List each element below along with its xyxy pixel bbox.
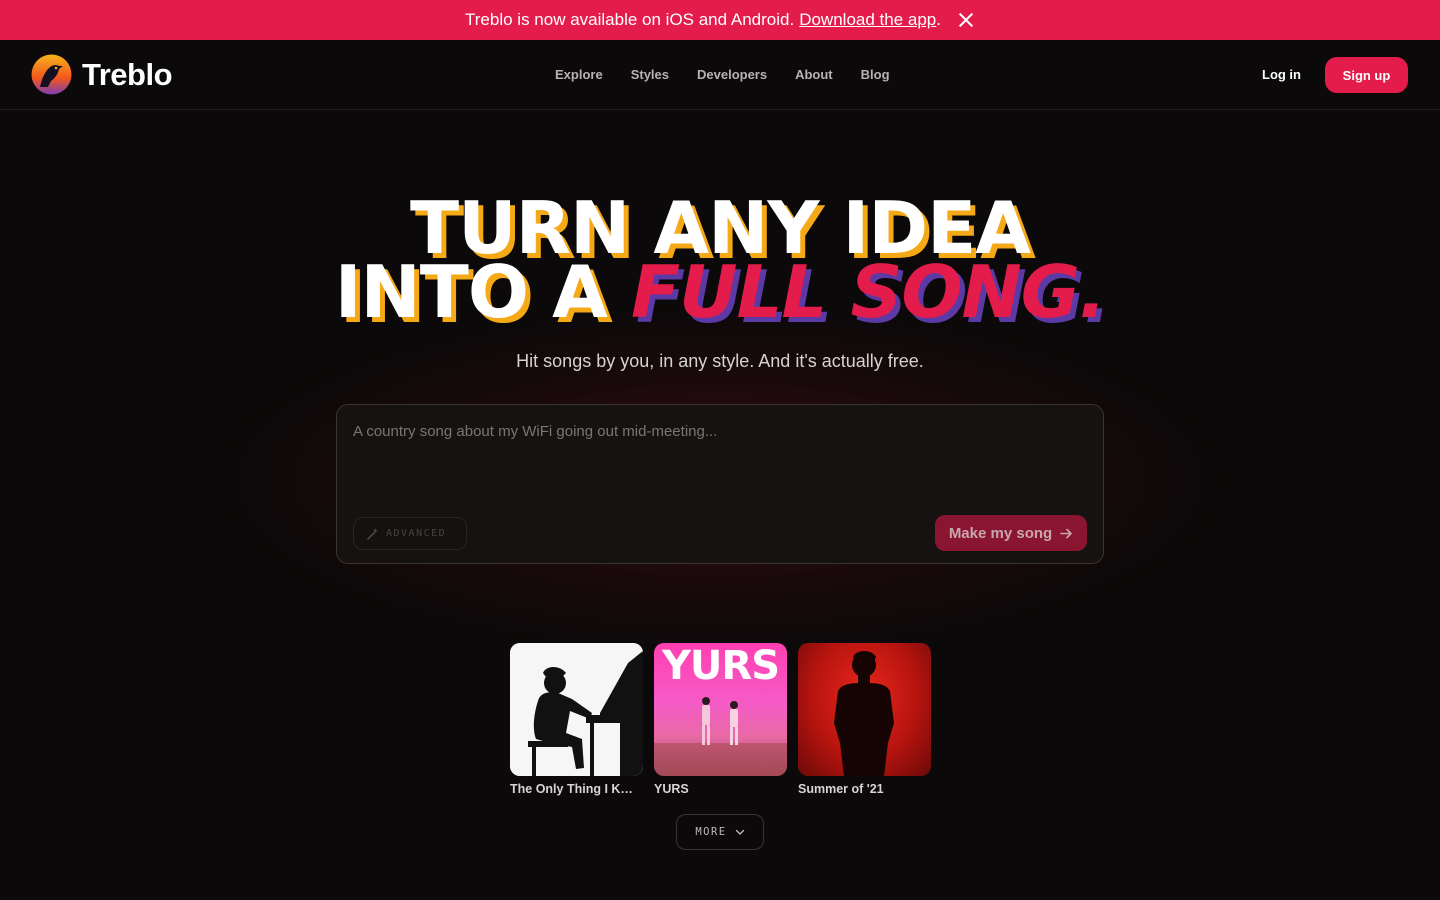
more-label: MORE — [695, 826, 727, 838]
treblo-logo-icon — [31, 54, 72, 95]
song-prompt-box: ADVANCED Make my song — [336, 404, 1104, 564]
banner-text: Treblo is now available on iOS and Andro… — [465, 10, 795, 29]
nav-about[interactable]: About — [795, 67, 833, 82]
banner-suffix: . — [936, 10, 941, 29]
headline-line-2-accent: FULL SONG. — [630, 250, 1106, 334]
more-button[interactable]: MORE — [676, 814, 764, 850]
nav-styles[interactable]: Styles — [631, 67, 669, 82]
song-card[interactable]: YURS YURS — [654, 643, 787, 796]
make-song-label: Make my song — [948, 524, 1053, 542]
song-title: YURS — [654, 782, 689, 796]
song-cover-image: YURS — [654, 643, 787, 776]
piano-player-silhouette — [510, 643, 643, 776]
login-link[interactable]: Log in — [1262, 67, 1301, 82]
brand-logo[interactable]: Treblo — [31, 54, 173, 95]
song-card[interactable]: Summer of '21 — [798, 643, 931, 796]
hero-headline: TURN ANY IDEA INTO A FULL SONG. — [0, 192, 1440, 328]
nav-blog[interactable]: Blog — [861, 67, 890, 82]
song-prompt-input[interactable] — [353, 423, 1083, 493]
hero-subtitle: Hit songs by you, in any style. And it's… — [516, 351, 924, 371]
song-title: The Only Thing I Kn... — [510, 782, 638, 796]
arrow-right-icon — [1060, 528, 1072, 538]
close-icon[interactable] — [957, 11, 975, 29]
wand-icon — [367, 527, 378, 540]
song-card[interactable]: The Only Thing I Kn... — [510, 643, 643, 796]
main-nav: Explore Styles Developers About Blog — [555, 67, 890, 82]
make-song-button[interactable]: Make my song — [935, 515, 1087, 551]
nav-developers[interactable]: Developers — [697, 67, 767, 82]
download-app-link[interactable]: Download the app — [799, 10, 936, 30]
couple-figures — [654, 697, 787, 776]
signup-button[interactable]: Sign up — [1325, 57, 1408, 93]
headline-line-2-plain: INTO A — [334, 250, 608, 334]
chevron-down-icon — [735, 829, 744, 835]
site-header: Treblo Explore Styles Developers About B… — [0, 40, 1440, 110]
advanced-button[interactable]: ADVANCED — [353, 517, 467, 550]
announcement-banner: Treblo is now available on iOS and Andro… — [0, 0, 1440, 40]
brand-name: Treblo — [82, 56, 173, 92]
nav-explore[interactable]: Explore — [555, 67, 603, 82]
person-silhouette — [834, 651, 894, 776]
song-cover-image — [798, 643, 931, 776]
song-title: Summer of '21 — [798, 782, 884, 796]
featured-songs: The Only Thing I Kn... YURS YURS Summer … — [510, 643, 931, 796]
advanced-label: ADVANCED — [386, 528, 447, 539]
song-cover-image — [510, 643, 643, 776]
